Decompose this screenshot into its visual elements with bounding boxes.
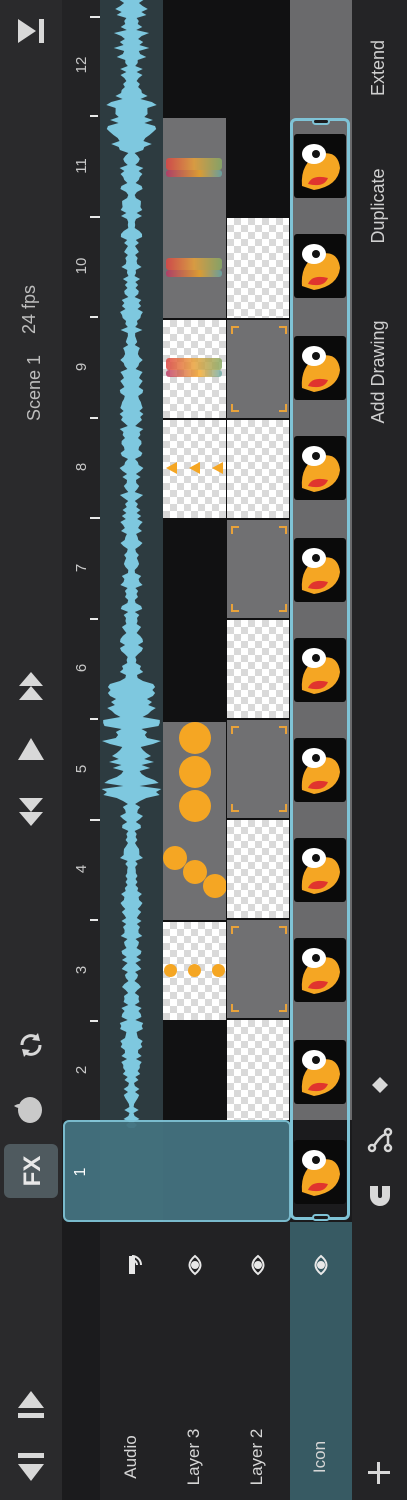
action-duplicate[interactable]: Duplicate: [368, 156, 392, 256]
corner-mark: [279, 926, 287, 934]
drawing-dot: [179, 756, 211, 788]
layer-name: Layer 3: [183, 1428, 203, 1486]
eye-icon[interactable]: [184, 1254, 206, 1276]
corner-mark: [279, 526, 287, 534]
audio-waveform: [101, 0, 162, 1128]
ruler-tick: [90, 919, 98, 921]
range-handle-top[interactable]: [312, 118, 330, 125]
layer2-cell[interactable]: [227, 420, 289, 518]
drawing-dot: [179, 790, 211, 822]
ruler-label: 2: [73, 1065, 90, 1075]
drawing-streak: [166, 170, 222, 177]
add-layer-icon[interactable]: [364, 1458, 394, 1488]
ruler-label: 10: [73, 257, 90, 275]
layer-name: Layer 2: [247, 1428, 266, 1486]
layer-name: Icon: [310, 1440, 329, 1474]
ruler-tick: [90, 617, 98, 620]
corner-mark: [279, 804, 287, 812]
action-extend[interactable]: Extend: [368, 28, 392, 108]
ruler-label: 3: [73, 965, 90, 974]
timeline-screen: Scene 1 24 fps 2 3 4 5 6 7 8 9 10 11 12: [0, 0, 407, 1500]
ruler-tick: [90, 818, 100, 821]
ruler-tick: [90, 1019, 98, 1022]
corner-mark: [279, 404, 287, 412]
ruler-label: 8: [73, 462, 90, 472]
drawing-dot: [188, 964, 201, 977]
drawing-streak: [166, 370, 222, 377]
onion-skin-icon[interactable]: [12, 1086, 48, 1126]
diamond-icon[interactable]: [371, 1076, 389, 1094]
ruler-label: 11: [73, 157, 90, 174]
ruler-tick: [90, 115, 98, 117]
layer3-cell[interactable]: [163, 118, 226, 318]
scene-label[interactable]: Scene 1: [24, 341, 46, 421]
loop-icon[interactable]: [14, 1028, 48, 1062]
drawing-dot: [203, 874, 227, 898]
range-handle-bottom[interactable]: [312, 1214, 330, 1221]
ruler-label: 6: [73, 663, 90, 673]
eye-icon[interactable]: [310, 1254, 332, 1276]
ruler-label: 7: [73, 563, 90, 572]
layer-name: Audio: [120, 1435, 140, 1479]
ruler-tick: [90, 316, 98, 318]
corner-mark: [231, 326, 239, 334]
corner-mark: [279, 326, 287, 334]
ruler-tick: [90, 16, 100, 18]
fps-label[interactable]: 24 fps: [19, 264, 41, 334]
play-icon[interactable]: [17, 736, 45, 762]
layer2-cell[interactable]: [227, 1020, 289, 1120]
waveform-path: [101, 0, 162, 1128]
corner-mark: [279, 726, 287, 734]
corner-mark: [279, 1004, 287, 1012]
layer2-cell[interactable]: [227, 218, 289, 318]
ruler-tick: [90, 718, 98, 720]
prev-keyframe-icon[interactable]: [17, 794, 45, 828]
frame-number: 1: [72, 1167, 89, 1177]
collapse-up-icon[interactable]: [16, 1388, 46, 1422]
drawing-streak: [166, 258, 222, 270]
corner-mark: [231, 726, 239, 734]
drawing-triangle: [166, 462, 177, 474]
ruler-label: 5: [73, 764, 90, 773]
corner-mark: [231, 926, 239, 934]
ruler-label: 12: [73, 56, 90, 74]
audio-icon[interactable]: [121, 1254, 143, 1276]
drawing-triangle: [189, 462, 200, 474]
corner-mark: [231, 404, 239, 412]
corner-mark: [279, 604, 287, 612]
corner-mark: [231, 804, 239, 812]
drawing-streak: [166, 270, 222, 277]
playhead-frame[interactable]: [63, 1120, 291, 1222]
magnet-icon[interactable]: [366, 1180, 394, 1208]
collapse-down-icon[interactable]: [16, 1450, 46, 1484]
drawing-triangle: [212, 462, 223, 474]
drawing-dot: [179, 722, 211, 754]
ruler-label: 9: [73, 362, 90, 371]
ruler-tick: [90, 517, 100, 519]
selected-range[interactable]: [290, 118, 350, 1220]
next-keyframe-icon[interactable]: [17, 670, 45, 704]
corner-mark: [231, 604, 239, 612]
drawing-streak: [166, 158, 222, 170]
drawing-dot: [212, 964, 225, 977]
corner-mark: [231, 526, 239, 534]
branch-icon[interactable]: [366, 1126, 394, 1154]
corner-mark: [231, 1004, 239, 1012]
eye-icon[interactable]: [247, 1254, 269, 1276]
layer2-cell[interactable]: [227, 620, 289, 718]
play-end-icon[interactable]: [14, 16, 48, 46]
layer2-cell[interactable]: [227, 820, 289, 918]
drawing-streak: [166, 358, 222, 370]
action-add-drawing[interactable]: Add Drawing: [368, 307, 392, 437]
ruler-tick: [90, 416, 98, 419]
fx-label: FX: [19, 1155, 46, 1187]
drawing-dot: [164, 964, 177, 977]
ruler-tick: [90, 215, 100, 218]
ruler-label: 4: [73, 864, 90, 874]
